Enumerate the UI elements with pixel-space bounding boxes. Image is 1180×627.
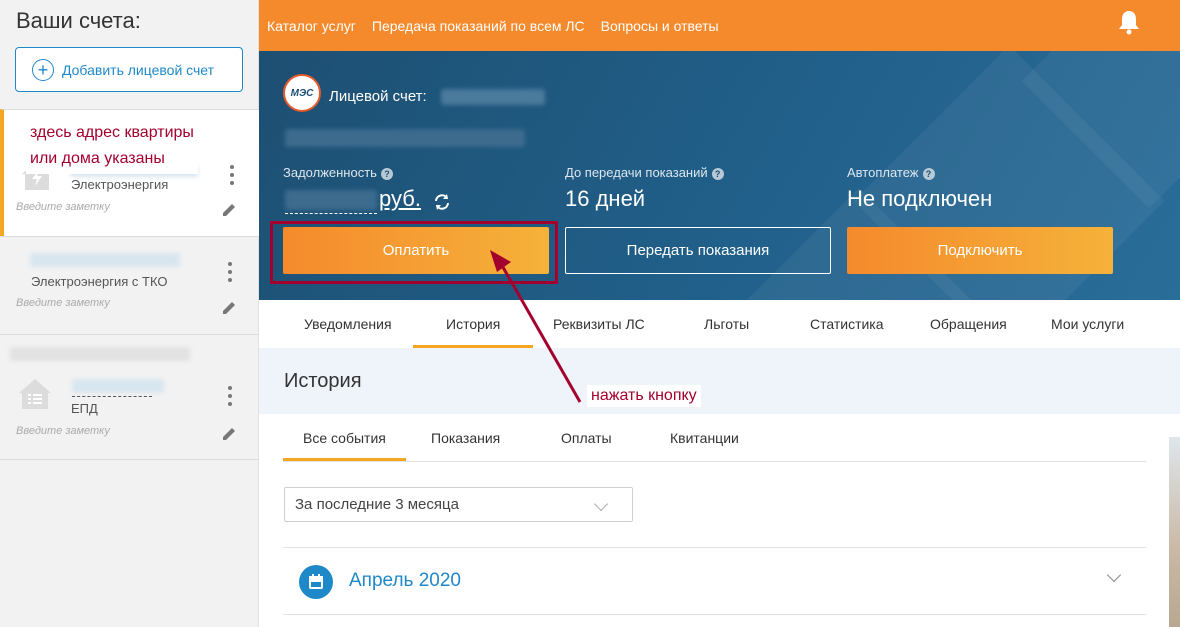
- account-card-3[interactable]: ЕПД Введите заметку: [0, 334, 259, 460]
- active-subtab-indicator: [283, 458, 406, 461]
- accounts-sidebar: Ваши счета: + Добавить лицевой счет Элек…: [0, 0, 259, 627]
- nav-catalog[interactable]: Каталог услуг: [267, 18, 356, 34]
- account-type: Электроэнергия: [71, 177, 169, 192]
- plus-icon: +: [32, 58, 54, 81]
- blurred-account-number: [30, 253, 180, 267]
- days-label: До передачи показаний?: [565, 165, 724, 180]
- subtab-all-events[interactable]: Все события: [303, 430, 386, 446]
- period-select[interactable]: За последние 3 месяца: [284, 487, 633, 522]
- house-document-icon: [19, 379, 51, 409]
- account-label: Лицевой счет:: [329, 88, 427, 105]
- tab-statistics[interactable]: Статистика: [810, 316, 884, 332]
- month-group-header[interactable]: Апрель 2020: [349, 570, 461, 592]
- subtab-receipts[interactable]: Квитанции: [670, 430, 739, 446]
- tab-my-services[interactable]: Мои услуги: [1051, 316, 1124, 332]
- tab-history[interactable]: История: [446, 316, 500, 332]
- nav-submit-all[interactable]: Передача показаний по всем ЛС: [372, 18, 585, 34]
- history-title: История: [284, 370, 362, 392]
- tab-notifications[interactable]: Уведомления: [304, 316, 392, 332]
- account-type: ЕПД: [71, 401, 98, 416]
- tab-requests[interactable]: Обращения: [930, 316, 1007, 332]
- subtab-readings[interactable]: Показания: [431, 430, 500, 446]
- nav-faq[interactable]: Вопросы и ответы: [601, 18, 719, 34]
- submit-readings-button[interactable]: Передать показания: [565, 227, 831, 274]
- account-tabs: Уведомления История Реквизиты ЛС Льготы …: [259, 300, 1180, 348]
- calendar-icon: [299, 565, 333, 599]
- history-header: [259, 348, 1180, 414]
- bell-icon[interactable]: [1117, 9, 1141, 35]
- tab-benefits[interactable]: Льготы: [704, 316, 749, 332]
- connect-autopay-button[interactable]: Подключить: [847, 227, 1113, 274]
- blurred-account-number: [441, 89, 545, 105]
- partial-image: [1169, 437, 1180, 627]
- autopay-value: Не подключен: [847, 186, 993, 211]
- add-account-button[interactable]: + Добавить лицевой счет: [15, 47, 243, 92]
- blurred-debt-amount: [285, 190, 377, 210]
- debt-unit: руб.: [379, 186, 421, 211]
- edit-pencil-icon[interactable]: [220, 424, 238, 442]
- autopay-label: Автоплатеж?: [847, 165, 935, 180]
- days-value: 16 дней: [565, 186, 646, 211]
- top-navigation: Каталог услуг Передача показаний по всем…: [259, 0, 1180, 51]
- blurred-address: [285, 129, 525, 147]
- account-card-2[interactable]: Электроэнергия с ТКО Введите заметку: [0, 236, 259, 334]
- note-input[interactable]: Введите заметку: [16, 201, 110, 213]
- edit-pencil-icon[interactable]: [220, 200, 238, 218]
- sidebar-title: Ваши счета:: [16, 8, 141, 33]
- highlight-box: [270, 221, 558, 284]
- subtab-payments[interactable]: Оплаты: [561, 430, 612, 446]
- blurred-account-number: [72, 379, 164, 393]
- period-select-value: За последние 3 месяца: [295, 496, 459, 513]
- chevron-down-icon: [593, 496, 609, 512]
- more-menu-icon[interactable]: [226, 262, 234, 282]
- account-type: Электроэнергия с ТКО: [31, 274, 168, 289]
- tab-requisites[interactable]: Реквизиты ЛС: [553, 316, 645, 332]
- address-annotation: здесь адрес квартиры или дома указаны: [26, 118, 198, 174]
- note-input[interactable]: Введите заметку: [16, 425, 110, 437]
- debt-label: Задолженность?: [283, 165, 393, 180]
- more-menu-icon[interactable]: [228, 165, 236, 185]
- chevron-down-icon[interactable]: [1106, 567, 1122, 583]
- note-input[interactable]: Введите заметку: [16, 297, 110, 309]
- blurred-address: [10, 347, 190, 361]
- add-account-label: Добавить лицевой счет: [62, 61, 215, 78]
- press-button-annotation: нажать кнопку: [587, 385, 701, 407]
- edit-pencil-icon[interactable]: [220, 298, 238, 316]
- refresh-icon[interactable]: [431, 191, 453, 213]
- mes-logo: МЭС: [283, 74, 321, 112]
- more-menu-icon[interactable]: [226, 386, 234, 406]
